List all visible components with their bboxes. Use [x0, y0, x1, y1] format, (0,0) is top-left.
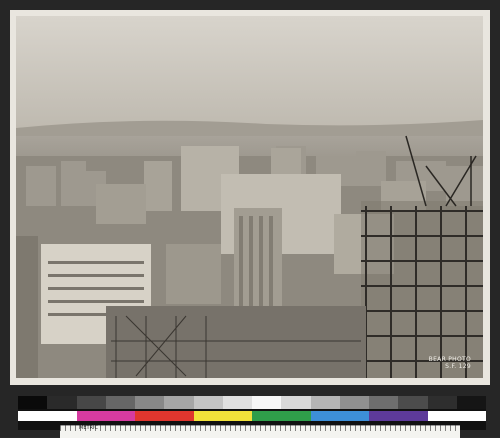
gray-patch	[193, 396, 223, 409]
construction-site	[361, 201, 483, 378]
gray-patch	[339, 396, 369, 409]
gray-patch	[135, 396, 165, 409]
building	[166, 244, 221, 304]
color-patch	[369, 411, 428, 421]
color-patch	[193, 411, 252, 421]
cityscape-illustration	[16, 16, 483, 378]
ruler-label: METRIC	[79, 425, 98, 431]
gray-scale-strip	[18, 396, 486, 409]
building	[96, 184, 146, 224]
color-patch	[135, 411, 194, 421]
color-patch	[76, 411, 135, 421]
city-skyline-photograph: BEAR PHOTO S.F. 129	[16, 16, 483, 378]
color-patch	[310, 411, 369, 421]
color-patch-strip	[18, 411, 486, 421]
gray-patch	[252, 396, 282, 409]
foreground-rooftops	[106, 306, 366, 378]
gray-patch	[456, 396, 486, 409]
gray-patch	[76, 396, 106, 409]
ruler-ticks	[60, 425, 460, 431]
gray-patch	[18, 396, 48, 409]
gray-patch	[105, 396, 135, 409]
color-patch	[18, 411, 77, 421]
building	[144, 161, 172, 211]
gray-patch	[222, 396, 252, 409]
credit-studio: BEAR PHOTO	[428, 356, 471, 363]
gray-patch	[164, 396, 194, 409]
gray-patch	[310, 396, 340, 409]
gray-patch	[398, 396, 428, 409]
color-patch	[427, 411, 486, 421]
building	[271, 148, 301, 178]
sky	[16, 16, 483, 136]
gray-patch	[427, 396, 457, 409]
street	[16, 236, 38, 378]
photo-credit: BEAR PHOTO S.F. 129	[429, 356, 471, 370]
gray-patch	[47, 396, 77, 409]
credit-number: S.F. 129	[445, 363, 471, 370]
gray-patch	[281, 396, 311, 409]
color-patch	[252, 411, 311, 421]
gray-patch	[369, 396, 399, 409]
